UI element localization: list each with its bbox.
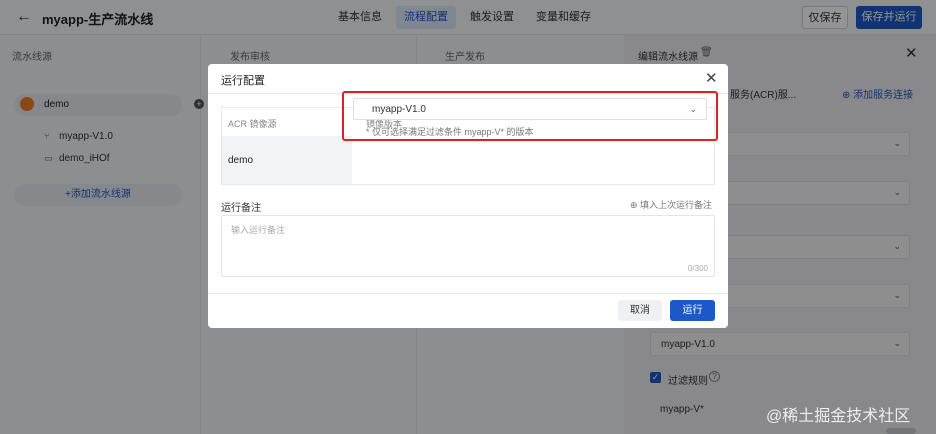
char-counter: 0/300 [687,264,708,273]
selected-version: myapp-V1.0 [372,104,426,115]
image-version-select[interactable]: myapp-V1.0 ⌄ [353,98,707,120]
cancel-button[interactable]: 取消 [618,300,662,321]
table-row: demo [222,136,352,184]
column-header-acr: ACR 镜像源 [228,119,277,129]
run-note-textarea[interactable]: 输入运行备注 0/300 [221,215,715,277]
chevron-down-icon: ⌄ [689,104,697,114]
divider [208,293,728,294]
fill-last-note-label: 填入上次运行备注 [640,200,713,210]
dialog-title: 运行配置 [221,75,265,87]
filter-hint: * 仅可选择满足过滤条件 myapp-V* 的版本 [366,127,534,137]
run-button[interactable]: 运行 [670,300,715,321]
fill-last-note-link[interactable]: ⊕ 填入上次运行备注 [630,198,712,211]
row-source-name: demo [228,155,254,166]
watermark: @稀土掘金技术社区 [766,408,911,425]
note-placeholder: 输入运行备注 [231,225,286,235]
note-label: 运行备注 [221,203,261,214]
run-config-dialog: 运行配置 ✕ ACR 镜像源 镜像版本 demo myapp-V1.0 ⌄ * … [208,64,728,328]
close-icon[interactable]: ✕ [705,69,718,87]
